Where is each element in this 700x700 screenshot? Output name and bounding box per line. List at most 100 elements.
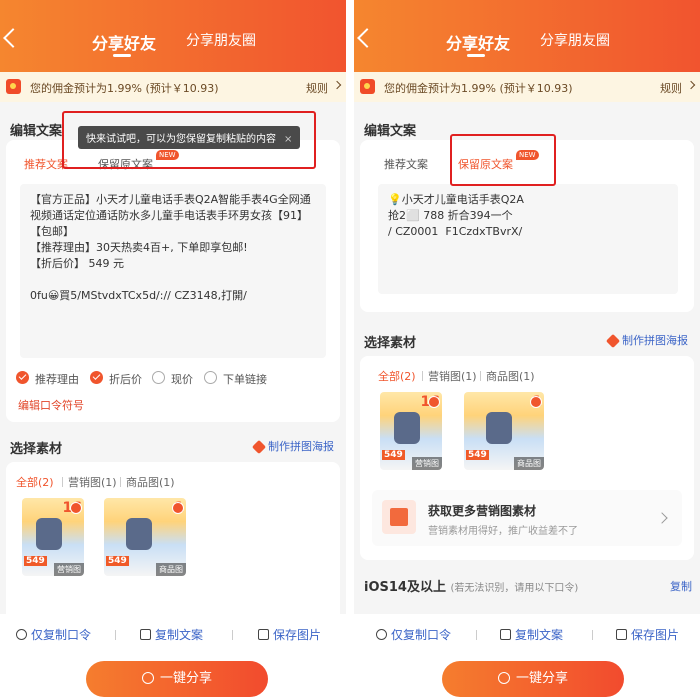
copy-link[interactable]: 复制: [670, 578, 692, 594]
commission-bar[interactable]: 您的佣金预计为1.99% (预计￥10.93) 规则: [354, 72, 700, 102]
image-icon: [258, 629, 269, 640]
coin-icon: [360, 79, 375, 94]
copy-text-label: 复制文案: [515, 628, 564, 642]
copy-text-button[interactable]: 复制文案: [500, 626, 563, 643]
make-poster-link[interactable]: 制作拼图海报: [268, 438, 334, 454]
copy-text-label: 复制文案: [155, 628, 204, 642]
tab-share-moments[interactable]: 分享朋友圈: [540, 30, 610, 50]
save-image-button[interactable]: 保存图片: [616, 626, 679, 643]
copy-text-button[interactable]: 复制文案: [140, 626, 203, 643]
selected-icon: [530, 396, 542, 408]
watch-image: [36, 518, 62, 550]
highlight-box: [450, 134, 556, 186]
image-icon: [616, 629, 627, 640]
material-card: 全部(2) 营销图(1) 商品图(1) 16 549 营销图 1 549 商品图: [360, 356, 694, 560]
selected-icon: [70, 502, 82, 514]
rule-link[interactable]: 规则: [660, 80, 682, 96]
back-icon[interactable]: [3, 28, 23, 48]
copy-content: 【官方正品】小天才儿童电话手表Q2A智能手表4G全网通视频通话定位通话防水多儿童…: [30, 193, 311, 302]
chevron-right-icon: [332, 80, 342, 90]
option-checkbox[interactable]: [204, 371, 217, 384]
commission-bar[interactable]: 您的佣金预计为1.99% (预计￥10.93) 规则: [0, 72, 346, 102]
option-checkbox[interactable]: [16, 371, 29, 384]
link-icon: [376, 629, 387, 640]
filter-all[interactable]: 全部(2): [16, 474, 54, 490]
watch-image: [394, 412, 420, 444]
save-image-button[interactable]: 保存图片: [258, 626, 321, 643]
option-checkbox[interactable]: [152, 371, 165, 384]
thumb-tag: 营销图: [412, 457, 442, 470]
copy-code-label: 仅复制口令: [31, 628, 92, 642]
link-icon: [16, 629, 27, 640]
left-panel: 分享好友 分享朋友圈 您的佣金预计为1.99% (预计￥10.93) 规则 编辑…: [0, 0, 346, 700]
header-bar: 分享好友 分享朋友圈: [0, 0, 346, 72]
tab-share-friends[interactable]: 分享好友: [92, 30, 156, 54]
tab-share-friends[interactable]: 分享好友: [446, 30, 510, 54]
divider: [232, 630, 233, 640]
tab-underline: [467, 54, 485, 57]
make-poster-link[interactable]: 制作拼图海报: [622, 332, 688, 348]
filter-product[interactable]: 商品图(1): [486, 368, 535, 384]
material-thumbnail[interactable]: 1 549 商品图: [464, 392, 544, 470]
divider: [115, 630, 116, 640]
material-thumbnail[interactable]: 16 549 营销图: [22, 498, 84, 576]
option-label: 下单链接: [223, 373, 267, 386]
rule-link[interactable]: 规则: [306, 80, 328, 96]
ios14-section: iOS14及以上 (若无法识别，请用以下口令): [364, 576, 578, 595]
highlight-box: [62, 111, 316, 169]
filter-marketing[interactable]: 营销图(1): [68, 474, 117, 490]
copy-text-area[interactable]: 【官方正品】小天才儿童电话手表Q2A智能手表4G全网通视频通话定位通话防水多儿童…: [20, 184, 326, 358]
ios-title: iOS14及以上: [364, 580, 446, 595]
select-material-title: 选择素材: [10, 442, 63, 457]
watch-image: [486, 412, 512, 444]
watch-image: [126, 518, 152, 550]
puzzle-icon: [251, 439, 267, 455]
share-icon: [141, 672, 154, 684]
selected-icon: [428, 396, 440, 408]
get-more-material-row[interactable]: 获取更多营销图素材 营销素材用得好，推广收益差不了: [372, 490, 682, 546]
filter-marketing[interactable]: 营销图(1): [428, 368, 477, 384]
copy-code-only-button[interactable]: 仅复制口令: [16, 626, 91, 643]
bottom-action-bar: 仅复制口令 复制文案 保存图片 一键分享: [0, 614, 346, 700]
text-icon: [500, 629, 511, 640]
share-label: 一键分享: [159, 671, 212, 686]
divider: [592, 630, 593, 640]
share-label: 一键分享: [515, 671, 568, 686]
thumb-tag: 营销图: [54, 563, 84, 576]
material-thumbnail[interactable]: 1 549 商品图: [104, 498, 186, 576]
copy-code-only-button[interactable]: 仅复制口令: [376, 626, 451, 643]
divider: [480, 371, 481, 381]
share-icon: [497, 672, 510, 684]
divider: [62, 477, 63, 487]
commission-text: 您的佣金预计为1.99% (预计￥10.93): [384, 82, 573, 95]
copy-text-area[interactable]: 💡小天才儿童电话手表Q2A 抢2⬜ 788 折合394一个 / CZ0001 F…: [378, 184, 678, 294]
back-icon[interactable]: [357, 28, 377, 48]
filter-all[interactable]: 全部(2): [378, 368, 416, 384]
filter-product[interactable]: 商品图(1): [126, 474, 175, 490]
edit-code-symbol-link[interactable]: 编辑口令符号: [18, 397, 84, 413]
text-icon: [140, 629, 151, 640]
option-checkbox[interactable]: [90, 371, 103, 384]
divider: [120, 477, 121, 487]
one-click-share-button[interactable]: 一键分享: [442, 661, 624, 697]
material-thumbnail[interactable]: 16 549 营销图: [380, 392, 442, 470]
thumb-price: 549: [382, 450, 405, 460]
tab-recommend-copy[interactable]: 推荐文案: [384, 156, 428, 172]
edit-copy-card: 推荐文案 保留原文案 NEW 【官方正品】小天才儿童电话手表Q2A智能手表4G全…: [6, 140, 340, 422]
thumb-price: 549: [24, 556, 47, 566]
header-bar: 分享好友 分享朋友圈: [354, 0, 700, 72]
divider: [422, 371, 423, 381]
one-click-share-button[interactable]: 一键分享: [86, 661, 268, 697]
edit-copy-title: 编辑文案: [10, 124, 63, 139]
panel-divider: [346, 0, 354, 700]
select-material-title: 选择素材: [364, 336, 417, 351]
option-label: 折后价: [109, 373, 142, 386]
commission-text: 您的佣金预计为1.99% (预计￥10.93): [30, 82, 219, 95]
bottom-action-bar: 仅复制口令 复制文案 保存图片 一键分享: [354, 614, 700, 700]
save-image-label: 保存图片: [631, 628, 680, 642]
copy-code-label: 仅复制口令: [391, 628, 452, 642]
right-panel: 分享好友 分享朋友圈 您的佣金预计为1.99% (预计￥10.93) 规则 编辑…: [354, 0, 700, 700]
tab-share-moments[interactable]: 分享朋友圈: [186, 30, 256, 50]
coin-icon: [6, 79, 21, 94]
save-image-label: 保存图片: [273, 628, 322, 642]
